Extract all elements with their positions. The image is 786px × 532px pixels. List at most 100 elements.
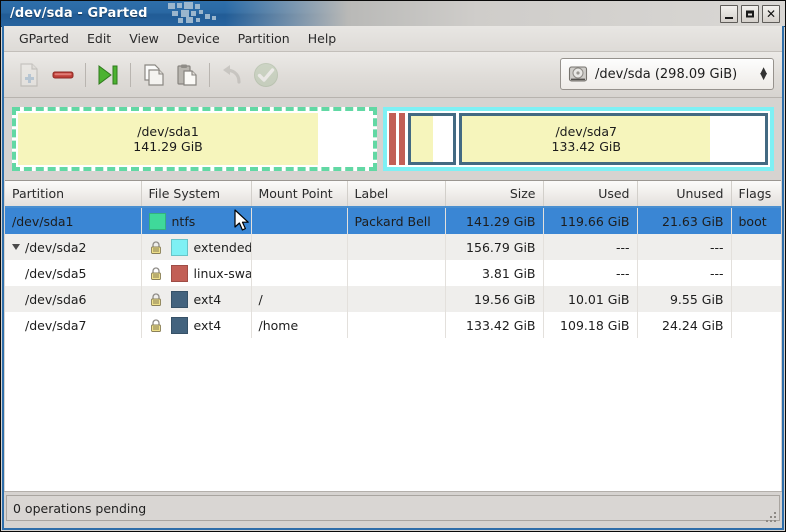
title-decoration	[168, 1, 228, 26]
window-content: GParted Edit View Device Partition Help	[4, 26, 782, 528]
cell-used: ---	[543, 260, 637, 286]
expander-triangle-icon[interactable]	[12, 244, 20, 250]
partition-table: Partition File System Mount Point Label …	[5, 181, 781, 338]
row-filesystem: extended	[194, 240, 252, 255]
menu-view[interactable]: View	[120, 28, 168, 49]
column-header-filesystem[interactable]: File System	[141, 181, 251, 207]
title-bar[interactable]: /dev/sda - GParted	[1, 1, 785, 27]
cell-filesystem: ntfs	[141, 207, 251, 234]
graphic-sda5-usedline	[396, 113, 399, 165]
minimize-button[interactable]	[720, 5, 738, 23]
table-row[interactable]: /dev/sda6	[5, 286, 781, 312]
table-row[interactable]: /dev/sda5	[5, 260, 781, 286]
graphic-partition-sda6[interactable]	[408, 113, 456, 165]
table-row[interactable]: /dev/sda1 ntfs Packard Bell 141.29 GiB	[5, 207, 781, 234]
menu-help[interactable]: Help	[299, 28, 346, 49]
graphic-sda6-unused	[433, 116, 453, 162]
row-filesystem: linux-swap	[194, 266, 252, 281]
graphic-partition-sda2-extended[interactable]: /dev/sda7 133.42 GiB	[383, 107, 774, 171]
delete-partition-button[interactable]	[46, 58, 80, 92]
cell-used: 119.66 GiB	[543, 207, 637, 234]
cell-used: 109.18 GiB	[543, 312, 637, 338]
graphic-sda1-unused	[318, 113, 371, 165]
column-header-unused[interactable]: Unused	[637, 181, 731, 207]
cell-flags: boot	[731, 207, 781, 234]
cell-size: 19.56 GiB	[445, 286, 543, 312]
menu-device[interactable]: Device	[168, 28, 229, 49]
cell-size: 156.79 GiB	[445, 234, 543, 260]
cell-mountpoint	[251, 207, 347, 234]
cell-unused: ---	[637, 260, 731, 286]
maximize-button[interactable]	[741, 5, 759, 23]
toolbar: /dev/sda (298.09 GiB) ▲ ▼	[4, 52, 782, 98]
graphic-sda1-used: /dev/sda1 141.29 GiB	[18, 113, 318, 165]
cell-flags	[731, 234, 781, 260]
lock-icon	[149, 240, 163, 255]
new-partition-button[interactable]	[12, 58, 46, 92]
close-button[interactable]	[762, 5, 780, 23]
disk-graphic-area: /dev/sda1 141.29 GiB	[4, 98, 782, 180]
status-bar: 0 operations pending	[6, 495, 780, 521]
toolbar-separator-2	[130, 63, 131, 87]
cell-filesystem: ext4	[141, 312, 251, 338]
row-partition-name: /dev/sda7	[25, 318, 87, 333]
cell-partition: /dev/sda1	[5, 207, 141, 234]
gparted-window: /dev/sda - GParted GParted Edit View Dev…	[0, 0, 786, 532]
graphic-partition-sda7[interactable]: /dev/sda7 133.42 GiB	[459, 113, 768, 165]
resize-move-button[interactable]	[91, 58, 125, 92]
device-selector[interactable]: /dev/sda (298.09 GiB) ▲ ▼	[560, 58, 774, 90]
cell-unused: 9.55 GiB	[637, 286, 731, 312]
graphic-sda6-used	[411, 116, 433, 162]
title-bar-gradient	[225, 1, 785, 26]
graphic-sda7-used: /dev/sda7 133.42 GiB	[462, 116, 710, 162]
table-row[interactable]: /dev/sda7	[5, 312, 781, 338]
cell-label: Packard Bell	[347, 207, 445, 234]
status-text: 0 operations pending	[13, 501, 146, 516]
copy-button[interactable]	[136, 58, 170, 92]
apply-button[interactable]	[249, 58, 283, 92]
column-header-flags[interactable]: Flags	[731, 181, 781, 207]
column-header-size[interactable]: Size	[445, 181, 543, 207]
partition-table-container: Partition File System Mount Point Label …	[5, 180, 781, 504]
cell-used: 10.01 GiB	[543, 286, 637, 312]
menu-edit[interactable]: Edit	[78, 28, 120, 49]
toolbar-separator-1	[85, 63, 86, 87]
graphic-partition-sda1[interactable]: /dev/sda1 141.29 GiB	[12, 107, 377, 171]
column-header-partition[interactable]: Partition	[5, 181, 141, 207]
column-header-mountpoint[interactable]: Mount Point	[251, 181, 347, 207]
cell-mountpoint	[251, 260, 347, 286]
cell-label	[347, 260, 445, 286]
cell-size: 141.29 GiB	[445, 207, 543, 234]
undo-arrow-icon	[220, 63, 244, 87]
row-partition-name: /dev/sda6	[25, 292, 87, 307]
cell-flags	[731, 286, 781, 312]
partition-table-body: /dev/sda1 ntfs Packard Bell 141.29 GiB	[5, 207, 781, 338]
table-row[interactable]: /dev/sda2	[5, 234, 781, 260]
green-resize-arrow-icon	[96, 63, 120, 87]
column-header-label[interactable]: Label	[347, 181, 445, 207]
new-document-plus-icon	[18, 63, 40, 87]
filesystem-color-swatch	[171, 291, 188, 308]
row-partition-name: /dev/sda5	[25, 266, 87, 281]
cell-unused: ---	[637, 234, 731, 260]
toolbar-separator-3	[209, 63, 210, 87]
paste-clipboard-icon	[175, 63, 199, 87]
menu-partition[interactable]: Partition	[229, 28, 299, 49]
device-selector-spinner[interactable]: ▲ ▼	[750, 68, 767, 80]
lock-icon	[149, 292, 163, 307]
row-filesystem: ntfs	[172, 214, 196, 229]
status-area: 0 operations pending	[4, 491, 782, 528]
copy-icon	[141, 63, 165, 87]
window-title: /dev/sda - GParted	[1, 6, 148, 21]
graphic-partition-sda5-swap[interactable]	[389, 113, 405, 165]
paste-button[interactable]	[170, 58, 204, 92]
graphic-sda7-name: /dev/sda7	[555, 124, 617, 139]
undo-button[interactable]	[215, 58, 249, 92]
cell-flags	[731, 260, 781, 286]
row-filesystem: ext4	[194, 292, 222, 307]
menu-gparted[interactable]: GParted	[10, 28, 78, 49]
resize-grip[interactable]	[765, 511, 778, 524]
row-filesystem: ext4	[194, 318, 222, 333]
filesystem-color-swatch	[149, 213, 166, 230]
column-header-used[interactable]: Used	[543, 181, 637, 207]
